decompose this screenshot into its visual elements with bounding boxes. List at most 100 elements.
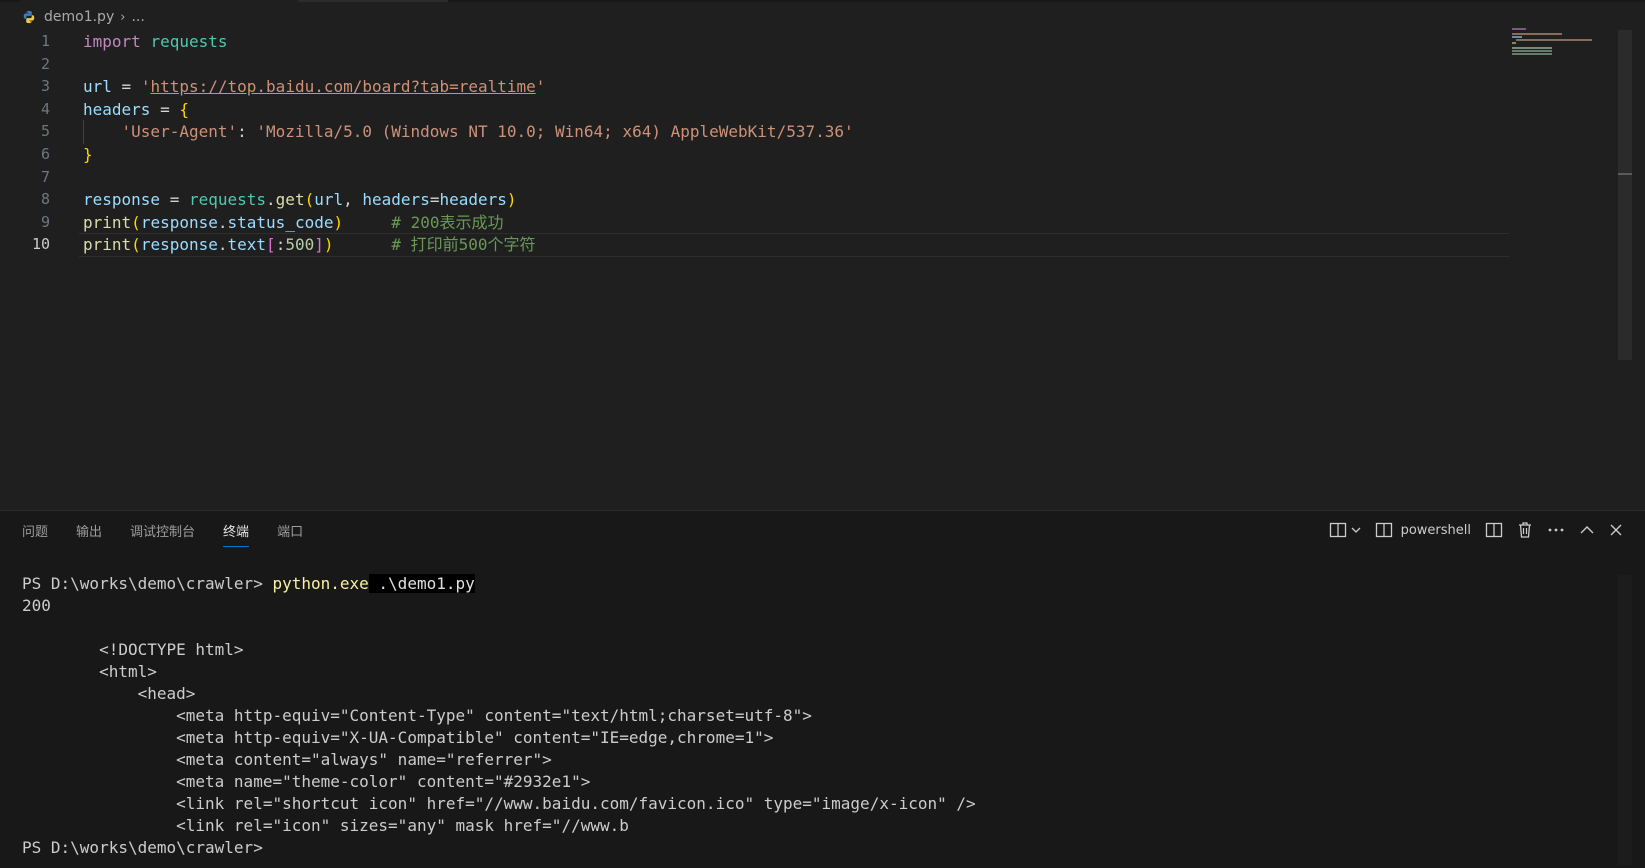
maximize-panel-icon[interactable] (1579, 522, 1595, 538)
code-editor[interactable]: 1 import requests 2 3 url = 'https://top.bai… (0, 30, 1630, 510)
line-number: 5 (40, 122, 50, 141)
code-line[interactable]: 1 import requests (0, 30, 1510, 54)
breadcrumb-file[interactable]: demo1.py (44, 9, 114, 25)
chevron-down-icon (1351, 527, 1361, 533)
code-line[interactable]: 2 (0, 53, 1510, 77)
code-token: url (314, 190, 344, 210)
terminal-line: <head> (22, 684, 196, 703)
trash-icon[interactable] (1517, 521, 1533, 539)
code-token: https://top.baidu.com/board?tab=realtime (150, 77, 536, 97)
breadcrumb-more[interactable]: ... (131, 9, 144, 25)
code-token: ( (131, 235, 141, 255)
code-token: headers (362, 190, 430, 210)
terminal-line: <html> (22, 662, 157, 681)
code-token: . (266, 190, 276, 210)
code-line[interactable]: 9 print(response.status_code) # 200表示成功 (0, 211, 1510, 235)
code-text: print(response.text[:500]) # 打印前500个字符 (83, 233, 535, 257)
chevron-right-icon: › (120, 9, 126, 25)
terminal-line: <meta http-equiv="X-UA-Compatible" conte… (22, 728, 774, 747)
panel-tab[interactable]: 调试控制台 (130, 523, 195, 547)
code-token: : (275, 235, 286, 255)
minimap[interactable] (1512, 28, 1602, 88)
code-token: requests (150, 32, 228, 51)
line-number: 7 (40, 167, 50, 186)
editor-scrollbar-thumb[interactable] (1618, 30, 1632, 360)
terminal-name: powershell (1400, 522, 1471, 538)
code-token: ( (304, 190, 315, 210)
tab-separator (298, 0, 448, 2)
panel-tab[interactable]: 问题 (22, 523, 48, 547)
code-token: 500 (285, 235, 315, 255)
bottom-panel: 问题 输出 调试控制台 终端 端口 powershell PS D:\works… (0, 510, 1645, 868)
split-icon (1329, 522, 1346, 538)
terminal-command: python.exe (272, 574, 369, 593)
terminal-output[interactable]: PS D:\works\demo\crawler> python.exe .\d… (22, 573, 1612, 863)
active-tab-edge (20, 0, 298, 2)
code-token: status_code (227, 212, 334, 232)
new-terminal-dropdown[interactable] (1329, 522, 1361, 538)
code-line[interactable]: 10 print(response.text[:500]) # 打印前500个字符 (0, 233, 1510, 258)
code-token: = (160, 190, 189, 210)
line-number: 10 (31, 235, 50, 254)
code-token: ) (333, 212, 344, 232)
code-token: ' (535, 77, 546, 97)
panel-tab[interactable]: 终端 (223, 523, 250, 547)
breadcrumb: demo1.py › ... (22, 4, 145, 30)
code-line[interactable]: 3 url = 'https://top.baidu.com/board?tab=… (0, 75, 1510, 99)
terminal-output-lines: 200 <!DOCTYPE html> <html> <head> <meta … (22, 595, 1612, 837)
terminal-line: <link rel="icon" sizes="any" mask href="… (22, 816, 629, 835)
code-token: 'Mozilla/5.0 (Windows NT 10.0; Win64; x6… (256, 122, 854, 142)
code-text: import requests (83, 30, 228, 54)
code-token: ' (140, 77, 151, 97)
line-number: 3 (40, 77, 50, 96)
terminal-line: <link rel="shortcut icon" href="//www.ba… (22, 794, 976, 813)
editor-scroll-marker (1618, 173, 1632, 175)
code-line[interactable]: 4 headers = { (0, 98, 1510, 122)
code-token: import (83, 32, 141, 51)
terminal-line: <!DOCTYPE html> (22, 640, 244, 659)
code-token: ) (506, 190, 517, 210)
python-file-icon (23, 10, 35, 24)
line-number: 6 (40, 145, 50, 163)
terminal-scrollbar[interactable] (1618, 575, 1632, 865)
terminal-line: 200 (22, 596, 51, 615)
code-token: # 200表示成功 (391, 212, 504, 232)
close-panel-icon[interactable] (1609, 523, 1623, 537)
more-actions-icon[interactable] (1547, 522, 1565, 538)
code-text: } (83, 143, 93, 167)
code-line[interactable]: 7 (0, 166, 1510, 190)
terminal-split-icon (1375, 522, 1392, 538)
code-line[interactable]: 5 'User-Agent': 'Mozilla/5.0 (Windows NT… (0, 120, 1510, 144)
code-token: { (179, 99, 189, 119)
code-token: response (140, 212, 218, 232)
code-token: ( (131, 212, 141, 232)
line-number: 4 (40, 99, 50, 118)
code-token: url (83, 77, 112, 97)
panel-tab[interactable]: 端口 (277, 523, 303, 547)
code-token: = (111, 77, 141, 97)
terminal-line: <meta name="theme-color" content="#2932e… (22, 772, 591, 791)
panel-tab[interactable]: 输出 (76, 523, 102, 547)
panel-actions: powershell (1329, 521, 1623, 539)
terminal-selector[interactable]: powershell (1375, 522, 1471, 538)
terminal-command-line: PS D:\works\demo\crawler> python.exe .\d… (22, 573, 1612, 595)
panel-tabs: 问题 输出 调试控制台 终端 端口 (22, 523, 331, 547)
code-line[interactable]: 6} (0, 143, 1510, 167)
code-text: url = 'https://top.baidu.com/board?tab=r… (83, 75, 545, 99)
code-token: , (343, 190, 363, 210)
line-number: 8 (40, 190, 50, 209)
line-number: 1 (40, 32, 50, 50)
code-text: response = requests.get(url, headers=hea… (83, 188, 517, 212)
code-token: [ (266, 235, 276, 255)
split-terminal-icon[interactable] (1485, 522, 1503, 538)
code-token: response (140, 235, 218, 255)
code-token: ) (323, 235, 334, 255)
terminal-prompt-line: PS D:\works\demo\crawler> (22, 838, 273, 857)
terminal-line: <meta http-equiv="Content-Type" content=… (22, 706, 812, 725)
code-token: = (150, 99, 180, 119)
code-line[interactable]: 8 response = requests.get(url, headers=he… (0, 188, 1510, 212)
